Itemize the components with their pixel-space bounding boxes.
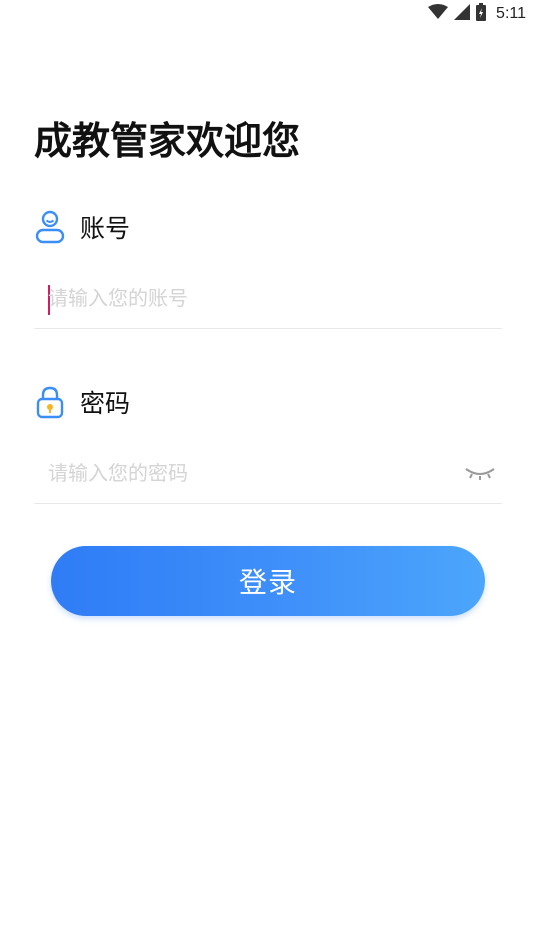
password-input[interactable]: [48, 457, 448, 489]
cellular-signal-icon: [454, 4, 471, 24]
eye-closed-icon[interactable]: [464, 461, 496, 485]
user-icon: [34, 209, 66, 245]
status-time: 5:11: [496, 5, 526, 22]
account-input[interactable]: [48, 282, 448, 314]
lock-icon: [34, 384, 66, 420]
status-icons: 5:11: [428, 3, 526, 25]
login-button[interactable]: 登录: [51, 546, 485, 616]
battery-icon: [476, 3, 487, 25]
account-label-row: 账号: [34, 209, 130, 245]
account-label: 账号: [80, 214, 131, 243]
status-bar: 5:11: [0, 0, 536, 28]
account-input-row: [34, 268, 502, 329]
password-label-row: 密码: [34, 384, 130, 420]
password-input-row: [34, 443, 502, 504]
password-label: 密码: [80, 389, 131, 418]
wifi-icon: [428, 4, 449, 24]
page-title: 成教管家欢迎您: [34, 119, 301, 163]
